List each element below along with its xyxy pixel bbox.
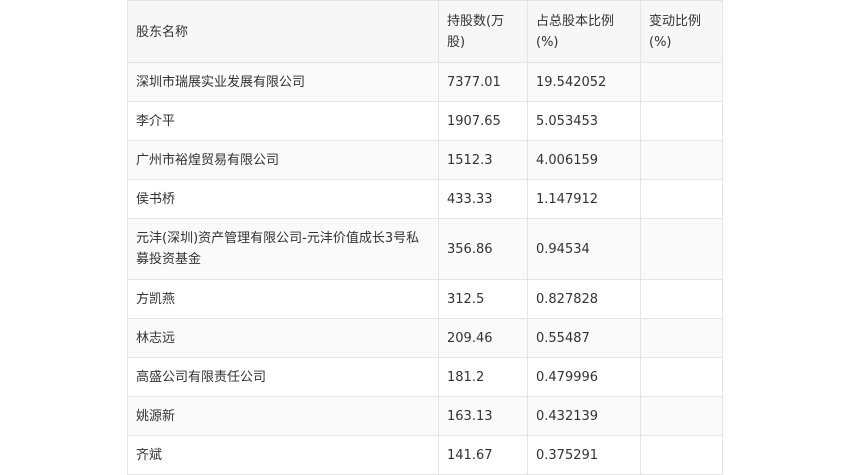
cell-shares: 141.67 bbox=[438, 435, 528, 475]
header-shares: 持股数(万股) bbox=[438, 0, 528, 63]
header-share-ratio: 占总股本比例(%) bbox=[527, 0, 641, 63]
table-row: 姚源新 163.13 0.432139 bbox=[127, 396, 723, 436]
cell-name: 齐斌 bbox=[127, 435, 439, 475]
cell-shares: 1512.3 bbox=[438, 140, 528, 180]
cell-ratio: 0.375291 bbox=[527, 435, 641, 475]
cell-shares: 312.5 bbox=[438, 279, 528, 319]
cell-name: 方凯燕 bbox=[127, 279, 439, 319]
table-row: 方凯燕 312.5 0.827828 bbox=[127, 279, 723, 319]
header-change-ratio: 变动比例(%) bbox=[640, 0, 723, 63]
cell-shares: 356.86 bbox=[438, 218, 528, 280]
cell-shares: 163.13 bbox=[438, 396, 528, 436]
shareholders-table: 股东名称 持股数(万股) 占总股本比例(%) 变动比例(%) 深圳市瑞展实业发展… bbox=[127, 0, 723, 475]
cell-name: 侯书桥 bbox=[127, 179, 439, 219]
cell-change bbox=[640, 218, 723, 280]
table-row: 林志远 209.46 0.55487 bbox=[127, 318, 723, 358]
cell-change bbox=[640, 357, 723, 397]
cell-change bbox=[640, 62, 723, 102]
table-row: 侯书桥 433.33 1.147912 bbox=[127, 179, 723, 219]
cell-shares: 209.46 bbox=[438, 318, 528, 358]
table-row: 深圳市瑞展实业发展有限公司 7377.01 19.542052 bbox=[127, 62, 723, 102]
cell-change bbox=[640, 101, 723, 141]
cell-shares: 181.2 bbox=[438, 357, 528, 397]
cell-name: 高盛公司有限责任公司 bbox=[127, 357, 439, 397]
cell-ratio: 0.827828 bbox=[527, 279, 641, 319]
cell-ratio: 0.94534 bbox=[527, 218, 641, 280]
cell-name: 元沣(深圳)资产管理有限公司-元沣价值成长3号私募投资基金 bbox=[127, 218, 439, 280]
cell-change bbox=[640, 279, 723, 319]
cell-shares: 7377.01 bbox=[438, 62, 528, 102]
cell-shares: 1907.65 bbox=[438, 101, 528, 141]
cell-ratio: 1.147912 bbox=[527, 179, 641, 219]
cell-ratio: 19.542052 bbox=[527, 62, 641, 102]
cell-name: 姚源新 bbox=[127, 396, 439, 436]
cell-ratio: 0.55487 bbox=[527, 318, 641, 358]
table-row: 李介平 1907.65 5.053453 bbox=[127, 101, 723, 141]
cell-name: 李介平 bbox=[127, 101, 439, 141]
header-shareholder-name: 股东名称 bbox=[127, 0, 439, 63]
cell-ratio: 0.479996 bbox=[527, 357, 641, 397]
cell-name: 深圳市瑞展实业发展有限公司 bbox=[127, 62, 439, 102]
cell-ratio: 5.053453 bbox=[527, 101, 641, 141]
cell-shares: 433.33 bbox=[438, 179, 528, 219]
cell-name: 广州市裕煌贸易有限公司 bbox=[127, 140, 439, 180]
cell-change bbox=[640, 140, 723, 180]
cell-name: 林志远 bbox=[127, 318, 439, 358]
table-header-row: 股东名称 持股数(万股) 占总股本比例(%) 变动比例(%) bbox=[127, 0, 723, 63]
cell-change bbox=[640, 435, 723, 475]
cell-ratio: 0.432139 bbox=[527, 396, 641, 436]
cell-change bbox=[640, 179, 723, 219]
table-row: 广州市裕煌贸易有限公司 1512.3 4.006159 bbox=[127, 140, 723, 180]
table-row: 高盛公司有限责任公司 181.2 0.479996 bbox=[127, 357, 723, 397]
cell-ratio: 4.006159 bbox=[527, 140, 641, 180]
table-row: 元沣(深圳)资产管理有限公司-元沣价值成长3号私募投资基金 356.86 0.9… bbox=[127, 218, 723, 280]
cell-change bbox=[640, 396, 723, 436]
table-row: 齐斌 141.67 0.375291 bbox=[127, 435, 723, 475]
cell-change bbox=[640, 318, 723, 358]
